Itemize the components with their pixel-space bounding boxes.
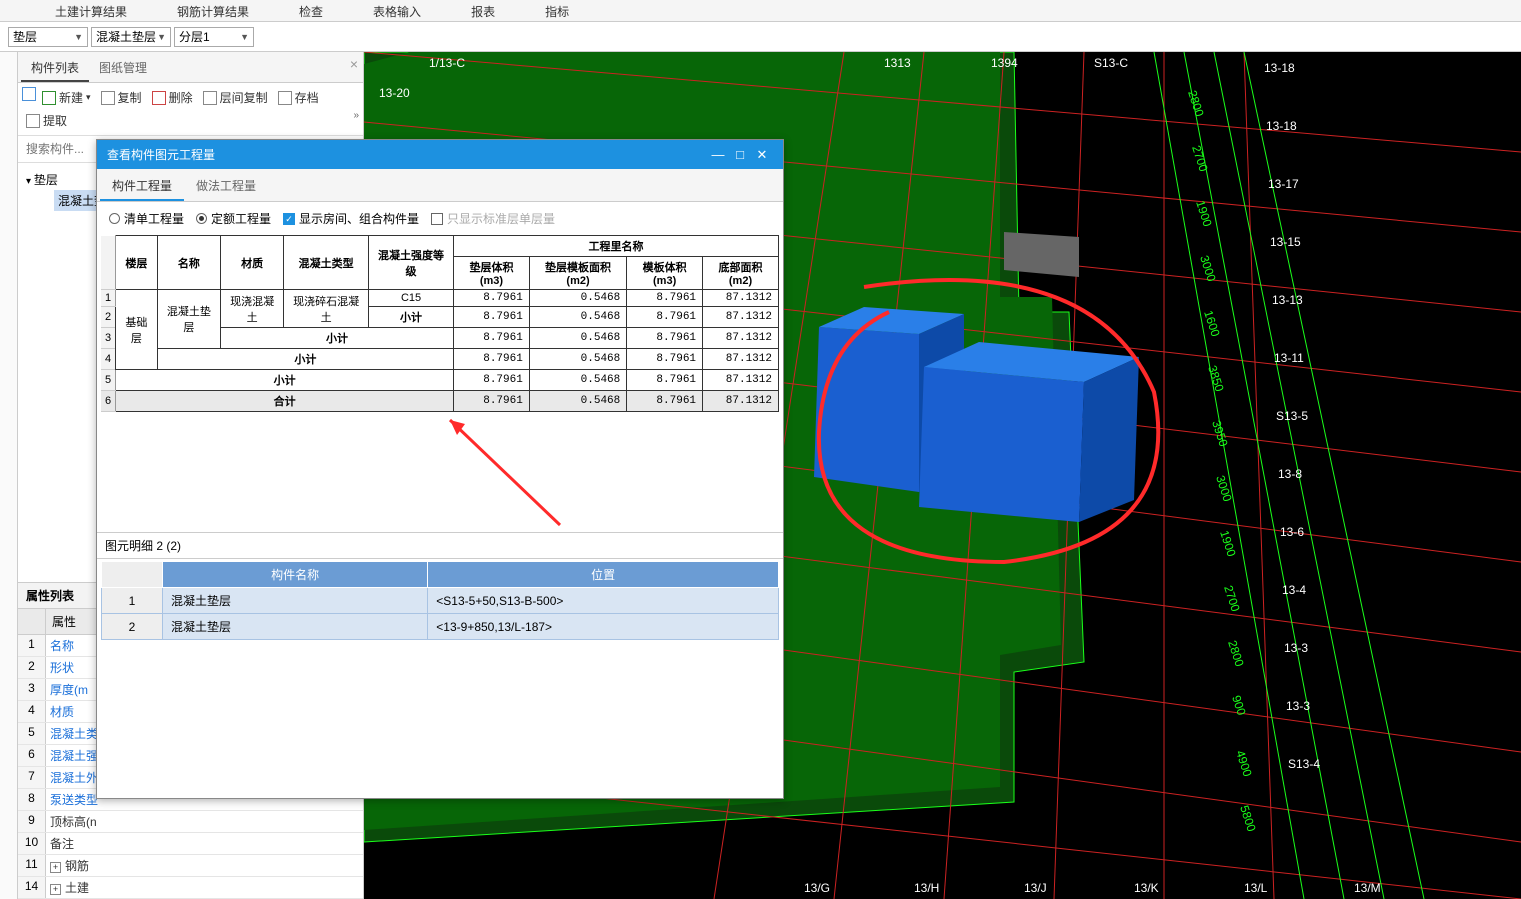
property-row[interactable]: 14+土建 — [18, 877, 363, 899]
top-tab-bar: 土建计算结果 钢筋计算结果 检查 表格输入 报表 指标 — [0, 0, 1521, 22]
svg-text:3850: 3850 — [1205, 364, 1227, 394]
radio-quota-qty[interactable]: 定额工程量 — [196, 210, 271, 227]
chevron-down-icon: ▼ — [240, 32, 249, 42]
tab-component-qty[interactable]: 构件工程量 — [100, 172, 184, 201]
quantity-table: 楼层 名称 材质 混凝土类型 混凝土强度等级 工程里名称 垫层体积(m3)垫层模… — [101, 235, 779, 412]
svg-text:13/H: 13/H — [914, 881, 939, 895]
dialog-title: 查看构件图元工程量 — [107, 146, 707, 163]
tab-drawing-mgmt[interactable]: 图纸管理 — [89, 55, 157, 82]
detail-row[interactable]: 2混凝土垫层<13-9+850,13/L-187> — [102, 614, 779, 640]
svg-text:13-18: 13-18 — [1264, 61, 1295, 75]
detail-table: 构件名称位置 1混凝土垫层<S13-5+50,S13-B-500> 2混凝土垫层… — [101, 561, 779, 640]
annotation-arrow — [435, 410, 575, 540]
svg-text:S13-4: S13-4 — [1288, 757, 1320, 771]
quantity-dialog: 查看构件图元工程量 — □ ✕ 构件工程量 做法工程量 清单工程量 定额工程量 … — [96, 139, 784, 799]
tab-report[interactable]: 报表 — [446, 0, 520, 21]
svg-text:13-18: 13-18 — [1266, 119, 1297, 133]
svg-text:13/L: 13/L — [1244, 881, 1268, 895]
svg-text:3950: 3950 — [1209, 419, 1231, 449]
table-row[interactable]: 5小计8.79610.54688.796187.1312 — [101, 370, 779, 391]
close-icon[interactable]: × — [350, 56, 358, 72]
chevron-down-icon: ▼ — [74, 32, 83, 42]
dialog-options: 清单工程量 定额工程量 显示房间、组合构件量 只显示标准层单层量 — [97, 202, 783, 235]
svg-text:13-17: 13-17 — [1268, 177, 1299, 191]
detail-title: 图元明细 2 (2) — [97, 532, 783, 559]
svg-text:13-4: 13-4 — [1282, 583, 1306, 597]
svg-text:13-13: 13-13 — [1272, 293, 1303, 307]
svg-text:S13-5: S13-5 — [1276, 409, 1308, 423]
svg-text:1900: 1900 — [1193, 199, 1215, 229]
type-dropdown[interactable]: 混凝土垫层▼ — [91, 27, 171, 47]
svg-text:13/J: 13/J — [1024, 881, 1047, 895]
dropdown-bar: 垫层▼ 混凝土垫层▼ 分层1▼ — [0, 22, 1521, 52]
tool-icon[interactable] — [22, 87, 36, 101]
svg-text:13/M: 13/M — [1354, 881, 1381, 895]
svg-text:1/13-C: 1/13-C — [429, 56, 465, 70]
dialog-tabs: 构件工程量 做法工程量 — [97, 169, 783, 202]
svg-text:2700: 2700 — [1189, 144, 1211, 174]
chevron-down-icon: ▼ — [157, 32, 166, 42]
delete-button[interactable]: 删除 — [148, 87, 197, 108]
svg-text:2800: 2800 — [1185, 89, 1207, 119]
extract-button[interactable]: 提取 — [22, 110, 71, 131]
svg-text:1394: 1394 — [991, 56, 1018, 70]
dialog-titlebar[interactable]: 查看构件图元工程量 — □ ✕ — [97, 140, 783, 169]
left-panel-tabs: 构件列表 图纸管理 × — [18, 52, 363, 83]
svg-text:13-3: 13-3 — [1284, 641, 1308, 655]
layer-dropdown[interactable]: 分层1▼ — [174, 27, 254, 47]
svg-text:13-20: 13-20 — [379, 86, 410, 100]
svg-text:1313: 1313 — [884, 56, 911, 70]
svg-text:13/G: 13/G — [804, 881, 830, 895]
svg-text:2700: 2700 — [1221, 584, 1243, 614]
blue-block-2 — [919, 342, 1139, 522]
tab-indicator[interactable]: 指标 — [520, 0, 594, 21]
svg-text:2800: 2800 — [1225, 639, 1247, 669]
check-show-room[interactable]: 显示房间、组合构件量 — [283, 210, 419, 227]
archive-button[interactable]: 存档 — [274, 87, 323, 108]
check-std-only[interactable]: 只显示标准层单层量 — [431, 210, 555, 227]
svg-text:13-8: 13-8 — [1278, 467, 1302, 481]
new-button[interactable]: 新建 ▾ — [38, 87, 95, 108]
tab-table-input[interactable]: 表格输入 — [348, 0, 446, 21]
svg-text:13-11: 13-11 — [1274, 351, 1304, 365]
svg-text:13-3: 13-3 — [1286, 699, 1310, 713]
tab-rebar-result[interactable]: 钢筋计算结果 — [152, 0, 274, 21]
tab-construction-result[interactable]: 土建计算结果 — [30, 0, 152, 21]
maximize-icon[interactable]: □ — [729, 147, 751, 162]
property-row[interactable]: 11+钢筋 — [18, 855, 363, 877]
svg-text:13-15: 13-15 — [1270, 235, 1301, 249]
tab-check[interactable]: 检查 — [274, 0, 348, 21]
category-dropdown[interactable]: 垫层▼ — [8, 27, 88, 47]
svg-text:13-6: 13-6 — [1280, 525, 1304, 539]
svg-text:5800: 5800 — [1237, 804, 1259, 834]
svg-text:13/K: 13/K — [1134, 881, 1159, 895]
close-icon[interactable]: ✕ — [751, 147, 773, 163]
svg-text:4900: 4900 — [1233, 749, 1255, 779]
copy-button[interactable]: 复制 — [97, 87, 146, 108]
tab-component-list[interactable]: 构件列表 — [21, 55, 89, 82]
radio-list-qty[interactable]: 清单工程量 — [109, 210, 184, 227]
table-row[interactable]: 4小计8.79610.54688.796187.1312 — [101, 349, 779, 370]
svg-text:S13-C: S13-C — [1094, 56, 1128, 70]
detail-row[interactable]: 1混凝土垫层<S13-5+50,S13-B-500> — [102, 588, 779, 614]
tab-method-qty[interactable]: 做法工程量 — [184, 172, 268, 201]
property-row[interactable]: 9顶标高(n — [18, 811, 363, 833]
minimize-icon[interactable]: — — [707, 147, 729, 162]
floor-copy-button[interactable]: 层间复制 — [199, 87, 272, 108]
table-row[interactable]: 1 基础层 混凝土垫层 现浇混凝土 现浇碎石混凝土 C15 8.79610.54… — [101, 290, 779, 307]
property-row[interactable]: 10备注 — [18, 833, 363, 855]
svg-text:1900: 1900 — [1217, 529, 1239, 559]
table-row-total[interactable]: 6合计8.79610.54688.796187.1312 — [101, 391, 779, 412]
svg-text:3000: 3000 — [1213, 474, 1235, 504]
component-toolbar: 新建 ▾ 复制 删除 层间复制 存档 提取 » — [18, 83, 363, 136]
